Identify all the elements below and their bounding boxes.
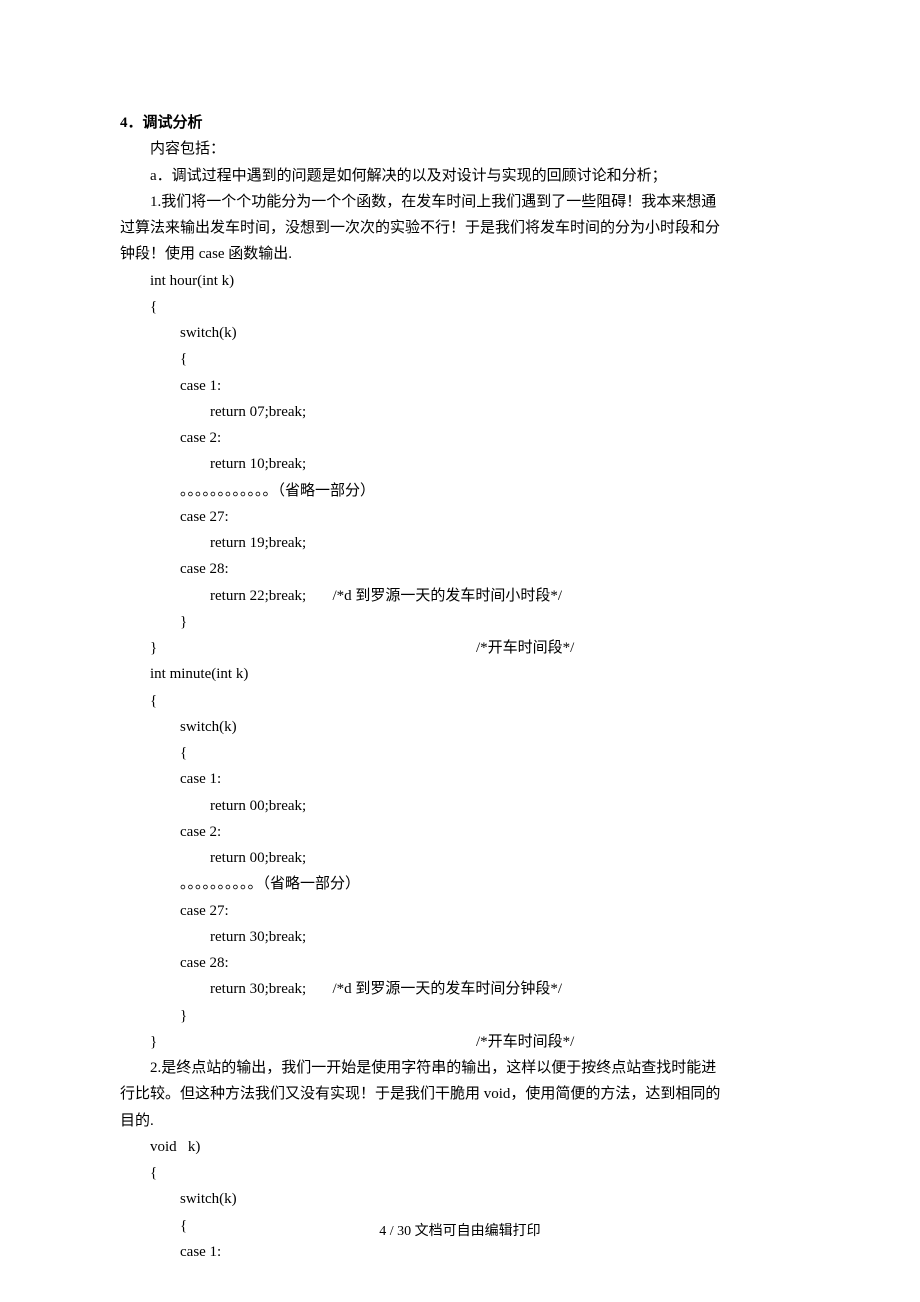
code-hour-ret2: return 10;break; — [120, 451, 800, 477]
code-hour-ret1: return 07;break; — [120, 399, 800, 425]
para-1-line2: 过算法来输出发车时间，没想到一次次的实验不行！于是我们将发车时间的分为小时段和分 — [120, 215, 800, 241]
section-heading: 4．调试分析 — [120, 110, 800, 136]
code-hour-ret28: return 22;break; /*d 到罗源一天的发车时间小时段*/ — [120, 583, 800, 609]
code-hour-close: } /*开车时间段*/ — [120, 635, 800, 661]
code-case27: case 27: — [120, 504, 800, 530]
code-switch3: switch(k) — [120, 1186, 800, 1212]
code-min-ret27: return 30;break; — [120, 924, 800, 950]
para-1-line3: 钟段！使用 case 函数输出. — [120, 241, 800, 267]
code-brace-open5: { — [120, 1160, 800, 1186]
code-min-ret1: return 00;break; — [120, 793, 800, 819]
code-brace-open2: { — [120, 346, 800, 372]
page-footer: 4 / 30 文档可自由编辑打印 — [0, 1220, 920, 1245]
item-a: a．调试过程中遇到的问题是如何解决的以及对设计与实现的回顾讨论和分析； — [120, 163, 800, 189]
para-2-line2: 行比较。但这种方法我们又没有实现！于是我们干脆用 void，使用简便的方法，达到… — [120, 1081, 800, 1107]
para-2-line3: 目的. — [120, 1108, 800, 1134]
code-omit2: 。。。。。。。。。。（省略一部分） — [120, 871, 800, 897]
code-case2b: case 2: — [120, 819, 800, 845]
code-omit1: 。。。。。。。。。。。。（省略一部分） — [120, 478, 800, 504]
code-brace-open4: { — [120, 740, 800, 766]
code-switch: switch(k) — [120, 320, 800, 346]
code-case1: case 1: — [120, 373, 800, 399]
code-brace-close4: } — [120, 1003, 800, 1029]
para-2-line1: 2.是终点站的输出，我们一开始是使用字符串的输出，这样以便于按终点站查找时能进 — [120, 1055, 800, 1081]
code-switch2: switch(k) — [120, 714, 800, 740]
code-hour-sig: int hour(int k) — [120, 268, 800, 294]
code-void-sig: void k) — [120, 1134, 800, 1160]
code-case1b: case 1: — [120, 766, 800, 792]
code-case2: case 2: — [120, 425, 800, 451]
code-min-ret2: return 00;break; — [120, 845, 800, 871]
code-brace-open: { — [120, 294, 800, 320]
code-minute-close: } /*开车时间段*/ — [120, 1029, 800, 1055]
code-case28b: case 28: — [120, 950, 800, 976]
para-1-line1: 1.我们将一个个功能分为一个个函数，在发车时间上我们遇到了一些阻碍！我本来想通 — [120, 189, 800, 215]
code-min-ret28: return 30;break; /*d 到罗源一天的发车时间分钟段*/ — [120, 976, 800, 1002]
code-minute-sig: int minute(int k) — [120, 661, 800, 687]
code-case28: case 28: — [120, 556, 800, 582]
code-brace-open3: { — [120, 688, 800, 714]
code-hour-ret27: return 19;break; — [120, 530, 800, 556]
code-case27b: case 27: — [120, 898, 800, 924]
code-brace-close2: } — [120, 609, 800, 635]
content-intro: 内容包括： — [120, 136, 800, 162]
